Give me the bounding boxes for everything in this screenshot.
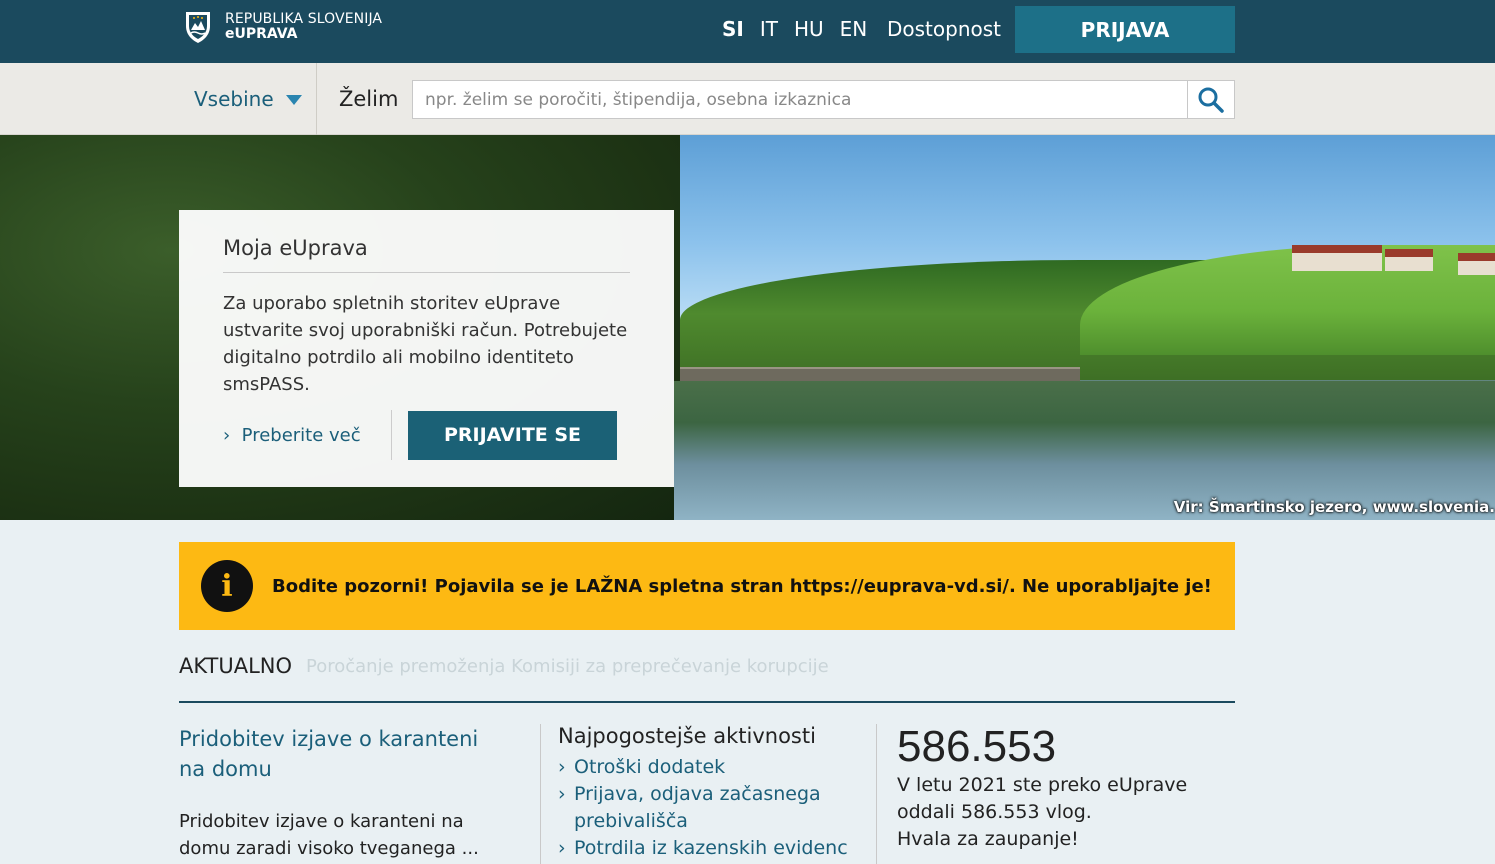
featured-article: Pridobitev izjave o karanteni na domu Pr…	[179, 724, 509, 862]
top-activities: Najpogostejše aktivnosti › Otroški dodate…	[558, 724, 848, 862]
news-heading: AKTUALNO	[179, 654, 293, 678]
chevron-right-icon: ›	[558, 756, 566, 778]
image-credit: Vir: Šmartinsko jezero, www.slovenia.	[1173, 498, 1495, 516]
lang-si[interactable]: SI	[722, 17, 744, 41]
activity-link[interactable]: › Prijava, odjava začasnega prebivališča	[558, 781, 848, 835]
warning-text: Bodite pozorni! Pojavila se je LAŽNA spl…	[272, 575, 1212, 597]
site-logo[interactable]: REPUBLIKA SLOVENIJA eUPRAVA	[184, 10, 382, 44]
stats-thanks: Hvala za zaupanje!	[897, 828, 1079, 850]
featured-text: Pridobitev izjave o karanteni na domu za…	[179, 811, 479, 859]
divider	[391, 410, 392, 460]
top-bar: REPUBLIKA SLOVENIJA eUPRAVA SI IT HU EN …	[0, 0, 1495, 63]
activity-label: Prijava, odjava začasnega prebivališča	[574, 783, 821, 832]
divider	[876, 724, 877, 864]
activity-link[interactable]: › Potrdila iz kazenskih evidenc	[558, 835, 848, 862]
news-ticker-item[interactable]: Poročanje premoženja Komisiji za prepreč…	[306, 656, 829, 677]
hero-house	[1385, 249, 1433, 271]
login-button[interactable]: PRIJAVA	[1015, 6, 1235, 53]
read-more-label: Preberite več	[241, 424, 361, 446]
logo-line-1: REPUBLIKA SLOVENIJA	[225, 11, 383, 27]
coat-of-arms-icon	[186, 12, 210, 43]
search-button[interactable]	[1187, 80, 1235, 119]
chevron-right-icon: ›	[558, 783, 566, 805]
hero-house	[1292, 245, 1382, 271]
activities-list: › Otroški dodatek › Prijava, odjava začasn…	[558, 754, 848, 862]
moja-euprava-card: Moja eUprava Za uporabo spletnih storite…	[179, 210, 674, 487]
stats-block: 586.553 V letu 2021 ste preko eUprave od…	[897, 722, 1237, 853]
search-bar: Vsebine Želim	[0, 63, 1495, 135]
featured-title-link[interactable]: Pridobitev izjave o karanteni na domu	[179, 724, 509, 784]
contents-menu-label: Vsebine	[194, 87, 274, 111]
news-divider	[179, 701, 1235, 703]
info-icon: i	[201, 560, 253, 612]
search-input[interactable]	[412, 80, 1188, 119]
search-prefix-label: Želim	[339, 87, 399, 111]
lang-it[interactable]: IT	[760, 17, 778, 41]
logo-line-2: eUPRAVA	[225, 26, 298, 42]
language-switcher: SI IT HU EN	[722, 17, 883, 41]
lang-hu[interactable]: HU	[794, 17, 824, 41]
contents-menu[interactable]: Vsebine	[194, 87, 302, 111]
divider	[316, 63, 317, 135]
activity-label: Otroški dodatek	[574, 756, 726, 778]
chevron-right-icon: ›	[223, 424, 242, 446]
warning-banner: i Bodite pozorni! Pojavila se je LAŽNA s…	[179, 542, 1235, 630]
stats-number: 586.553	[897, 722, 1057, 771]
accessibility-link[interactable]: Dostopnost	[887, 17, 1001, 41]
chevron-right-icon: ›	[558, 837, 566, 859]
activity-link[interactable]: › Otroški dodatek	[558, 754, 848, 781]
activity-label: Potrdila iz kazenskih evidenc	[574, 837, 848, 859]
activities-title: Najpogostejše aktivnosti	[558, 724, 816, 748]
card-title: Moja eUprava	[223, 236, 630, 273]
divider	[540, 724, 541, 864]
lang-en[interactable]: EN	[840, 17, 868, 41]
read-more-link[interactable]: › Preberite več	[223, 425, 391, 446]
caret-down-icon	[285, 95, 302, 105]
hero-house	[1458, 253, 1495, 275]
hero-bridge	[680, 367, 1080, 381]
card-text: Za uporabo spletnih storitev eUprave ust…	[223, 293, 628, 395]
search-icon	[1198, 87, 1224, 113]
sign-in-button[interactable]: PRIJAVITE SE	[408, 410, 617, 460]
stats-text: V letu 2021 ste preko eUprave oddali 586…	[897, 774, 1188, 823]
